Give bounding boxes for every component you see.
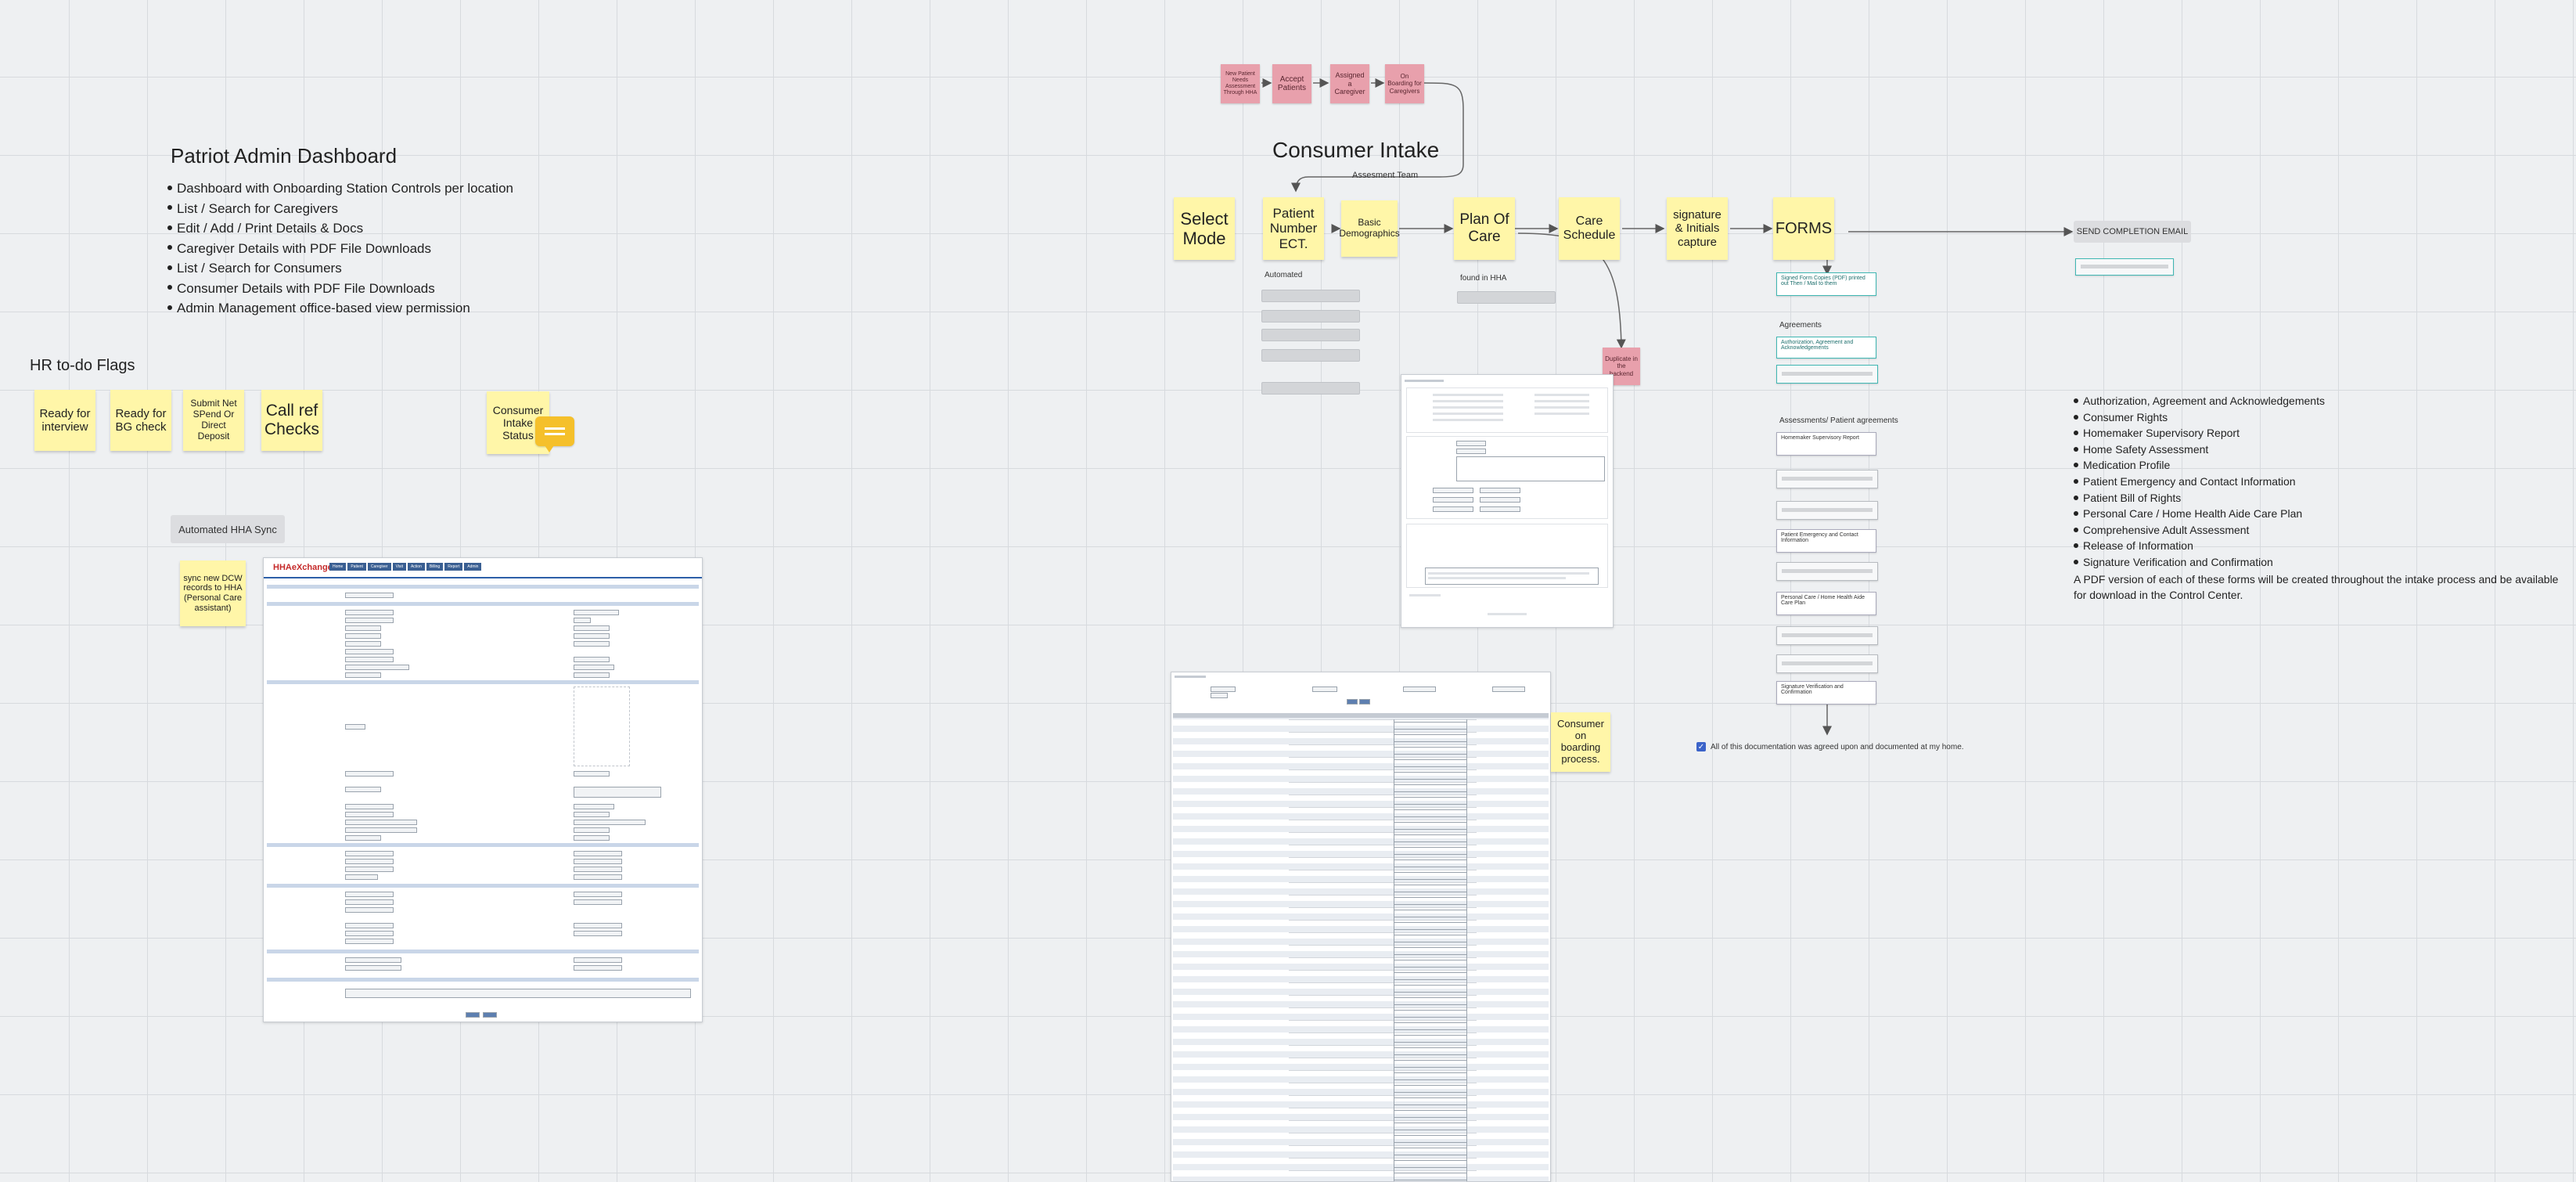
dashboard-feature-item: Dashboard with Onboarding Station Contro…	[167, 178, 606, 199]
dashboard-features-list: Dashboard with Onboarding Station Contro…	[167, 178, 606, 319]
sticky-submit-deposit[interactable]: Submit Net SPend Or Direct Deposit	[183, 390, 244, 451]
step-patient-number[interactable]: Patient Number ECT.	[1263, 197, 1324, 260]
step-plan-of-care[interactable]: Plan Of Care	[1454, 197, 1515, 260]
step-accept-patients[interactable]: Accept Patients	[1272, 64, 1311, 103]
form-list-item: Home Safety Assessment	[2074, 441, 2574, 458]
form-list-item: Homemaker Supervisory Report	[2074, 425, 2574, 441]
dashboard-feature-item: Caregiver Details with PDF File Download…	[167, 239, 606, 259]
form-list-item: Authorization, Agreement and Acknowledge…	[2074, 393, 2574, 409]
step-assigned-caregiver[interactable]: Assigned a Caregiver	[1330, 64, 1369, 103]
placeholder-field	[1457, 291, 1556, 304]
assessment-card-placeholder[interactable]	[1776, 470, 1878, 488]
placeholder-field	[1261, 310, 1360, 323]
hha-nav-item[interactable]: Home	[329, 563, 347, 571]
sticky-consumer-onboarding-process[interactable]: Consumer on boarding process.	[1551, 712, 1610, 772]
step-select-mode[interactable]: Select Mode	[1174, 197, 1235, 260]
step-onboarding-caregivers[interactable]: On Boarding for Caregivers	[1385, 64, 1424, 103]
assessment-card-placeholder[interactable]	[1776, 654, 1878, 673]
hha-caregiver-form-screenshot: HHAeXchange Home Patient Caregiver Visit…	[263, 557, 703, 1022]
hr-flags-title: HR to-do Flags	[30, 357, 135, 374]
dashboard-feature-item: Edit / Add / Print Details & Docs	[167, 218, 606, 239]
hha-nav-item[interactable]: Patient	[347, 563, 366, 571]
placeholder-field	[1261, 290, 1360, 302]
step-basic-demographics[interactable]: Basic Demographics	[1339, 200, 1400, 257]
dashboard-feature-item: List / Search for Caregivers	[167, 199, 606, 219]
placeholder-field	[1261, 329, 1360, 341]
form-list-item: Patient Bill of Rights	[2074, 490, 2574, 506]
dashboard-feature-item: Admin Management office-based view permi…	[167, 298, 606, 319]
form-card-placeholder[interactable]	[1776, 365, 1878, 384]
dashboard-feature-item: List / Search for Consumers	[167, 258, 606, 279]
placeholder-field	[1261, 349, 1360, 362]
assessment-card-placeholder[interactable]	[1776, 626, 1878, 645]
agreement-checkbox-row[interactable]: ✓ All of this documentation was agreed u…	[1696, 742, 1964, 751]
step-forms[interactable]: FORMS	[1773, 197, 1834, 260]
form-list-item: Medication Profile	[2074, 457, 2574, 474]
step-care-schedule[interactable]: Care Schedule	[1559, 197, 1620, 260]
placeholder-field	[1261, 382, 1360, 395]
signed-form-copies-card[interactable]: Signed Form Copies (PDF) printed out The…	[1776, 272, 1876, 296]
hha-logo: HHAeXchange	[273, 563, 333, 572]
care-schedule-screenshot	[1401, 374, 1614, 628]
form-list-item: Patient Emergency and Contact Informatio…	[2074, 474, 2574, 490]
dashboard-feature-item: Consumer Details with PDF File Downloads	[167, 279, 606, 299]
found-in-hha-label: found in HHA	[1460, 274, 1507, 283]
step-signature-capture[interactable]: signature & Initials capture	[1667, 197, 1728, 260]
forms-list: Authorization, Agreement and Acknowledge…	[2074, 393, 2574, 571]
automated-hha-sync-label: Automated HHA Sync	[171, 515, 285, 543]
hha-nav-item[interactable]: Billing	[426, 563, 444, 571]
assessment-card[interactable]: Signature Verification and Confirmation	[1776, 681, 1876, 705]
sticky-call-ref-checks[interactable]: Call ref Checks	[261, 390, 322, 451]
checkbox-label: All of this documentation was agreed upo…	[1711, 742, 1964, 751]
assessment-card-placeholder[interactable]	[1776, 501, 1878, 520]
assessment-team-label: Assesment Team	[1352, 171, 1419, 180]
dashboard-title: Patriot Admin Dashboard	[171, 144, 398, 168]
assessment-card-placeholder[interactable]	[1776, 562, 1878, 581]
assessments-label: Assessments/ Patient agreements	[1779, 416, 1898, 425]
forms-pdf-note: A PDF version of each of these forms wil…	[2074, 573, 2559, 601]
patient-visits-table-screenshot	[1171, 672, 1551, 1182]
hha-nav-item[interactable]: Caregiver	[367, 563, 391, 571]
hha-nav-item[interactable]: Admin	[464, 563, 482, 571]
step-new-patient-assessment[interactable]: New Patient Needs Assessment Through HHA	[1221, 64, 1260, 103]
form-list-item: Signature Verification and Confirmation	[2074, 554, 2574, 571]
assessment-card[interactable]: Patient Emergency and Contact Informatio…	[1776, 529, 1876, 553]
form-list-item: Consumer Rights	[2074, 409, 2574, 426]
hha-nav-item[interactable]: Visit	[392, 563, 406, 571]
hha-nav-item[interactable]: Report	[444, 563, 463, 571]
authorization-agreement-card[interactable]: Authorization, Agreement and Acknowledge…	[1776, 337, 1876, 359]
sticky-sync-dcw-records[interactable]: sync new DCW records to HHA (Personal Ca…	[180, 560, 246, 626]
hha-nav-item[interactable]: Action	[407, 563, 425, 571]
assessment-card[interactable]: Personal Care / Home Health Aide Care Pl…	[1776, 592, 1876, 615]
sticky-ready-interview[interactable]: Ready for interview	[34, 390, 95, 451]
send-completion-email-label: SEND COMPLETION EMAIL	[2074, 221, 2191, 243]
form-list-item: Release of Information	[2074, 538, 2574, 554]
comment-icon[interactable]	[535, 416, 574, 452]
checkbox-checked-icon[interactable]: ✓	[1696, 742, 1706, 751]
hha-nav-bar: Home Patient Caregiver Visit Action Bill…	[329, 563, 482, 571]
form-list-item: Comprehensive Adult Assessment	[2074, 522, 2574, 539]
form-list-item: Personal Care / Home Health Aide Care Pl…	[2074, 506, 2574, 522]
assessment-card[interactable]: Homemaker Supervisory Report	[1776, 432, 1876, 456]
consumer-intake-title: Consumer Intake	[1272, 138, 1440, 162]
sticky-ready-bg-check[interactable]: Ready for BG check	[110, 390, 171, 451]
agreements-label: Agreements	[1779, 321, 1822, 330]
email-placeholder[interactable]	[2075, 258, 2174, 276]
automated-label: Automated	[1265, 271, 1303, 279]
